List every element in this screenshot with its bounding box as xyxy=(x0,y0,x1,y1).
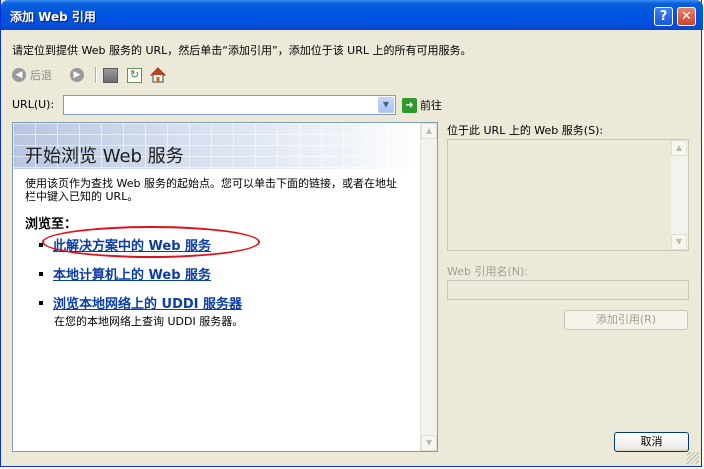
forward-arrow-icon: ▶ xyxy=(70,68,84,82)
page-banner: 开始浏览 Web 服务 xyxy=(13,123,421,169)
forward-button[interactable]: ▶ xyxy=(70,66,84,84)
url-label: URL(U): xyxy=(12,98,55,111)
resize-grip[interactable] xyxy=(687,452,699,464)
cancel-button[interactable]: 取消 xyxy=(614,432,689,452)
add-reference-button[interactable]: 添加引用(R) xyxy=(564,310,688,330)
bullet-icon xyxy=(39,242,43,247)
scroll-down-button[interactable]: ▼ xyxy=(421,435,437,451)
chevron-down-icon: ▼ xyxy=(425,438,433,447)
window-title: 添加 Web 引用 xyxy=(10,10,96,24)
services-label: 位于此 URL 上的 Web 服务(S): xyxy=(447,124,604,137)
link-solution-web-services[interactable]: 此解决方案中的 Web 服务 xyxy=(53,235,211,254)
url-dropdown-button[interactable]: ▼ xyxy=(378,97,394,113)
chevron-up-icon: ▲ xyxy=(675,143,683,152)
browser-pane[interactable]: 开始浏览 Web 服务 使用该页作为查找 Web 服务的起始点。您可以单击下面的… xyxy=(12,122,438,452)
stop-icon xyxy=(103,67,118,83)
list-item: 浏览本地网络上的 UDDI 服务器 xyxy=(39,293,242,312)
list-item: 本地计算机上的 Web 服务 xyxy=(39,264,211,283)
browser-toolbar: ◀ 后退 ▶ ↻ xyxy=(12,66,412,86)
back-button[interactable]: ◀ 后退 xyxy=(12,66,52,84)
link-browse-uddi-servers[interactable]: 浏览本地网络上的 UDDI 服务器 xyxy=(53,293,242,312)
chevron-up-icon: ▲ xyxy=(425,126,433,135)
bullet-icon xyxy=(39,271,43,276)
add-web-reference-dialog: 添加 Web 引用 ? ✕ 请定位到提供 Web 服务的 URL，然后单击“添加… xyxy=(0,0,703,467)
browse-to-label: 浏览至： xyxy=(25,217,78,232)
services-scrollbar[interactable]: ▲ ▼ xyxy=(671,140,688,250)
chevron-down-icon: ▼ xyxy=(675,237,683,246)
url-input[interactable] xyxy=(66,97,378,113)
toolbar-separator xyxy=(95,67,97,83)
scroll-up-button[interactable]: ▲ xyxy=(421,123,437,139)
help-icon: ? xyxy=(659,9,668,24)
back-label: 后退 xyxy=(30,69,52,82)
refresh-button[interactable]: ↻ xyxy=(127,66,142,84)
stop-button[interactable] xyxy=(103,66,118,84)
close-button[interactable]: ✕ xyxy=(677,7,696,26)
close-icon: ✕ xyxy=(681,9,692,24)
intro-text: 使用该页作为查找 Web 服务的起始点。您可以单击下面的链接，或者在地址栏中键入… xyxy=(25,177,397,203)
help-button[interactable]: ? xyxy=(654,7,673,26)
go-arrow-icon: ➜ xyxy=(402,97,417,113)
uddi-description: 在您的本地网络上查询 UDDI 服务器。 xyxy=(54,315,244,328)
reference-name-input[interactable] xyxy=(447,280,689,300)
browser-scrollbar[interactable]: ▲ ▼ xyxy=(420,123,437,451)
list-item: 此解决方案中的 Web 服务 xyxy=(39,235,211,254)
title-bar[interactable]: 添加 Web 引用 ? ✕ xyxy=(1,0,703,30)
scroll-down-button[interactable]: ▼ xyxy=(671,234,687,250)
chevron-down-icon: ▼ xyxy=(382,100,390,109)
reference-name-label: Web 引用名(N): xyxy=(447,265,528,278)
url-combobox[interactable]: ▼ xyxy=(63,95,396,115)
home-button[interactable] xyxy=(150,66,166,84)
home-icon xyxy=(150,67,166,83)
scroll-up-button[interactable]: ▲ xyxy=(671,140,687,156)
services-list[interactable]: ▲ ▼ xyxy=(447,139,689,251)
instruction-text: 请定位到提供 Web 服务的 URL，然后单击“添加引用”，添加位于该 URL … xyxy=(12,44,472,57)
go-button[interactable]: ➜ 前往 xyxy=(402,97,442,113)
go-label: 前往 xyxy=(420,99,442,112)
refresh-icon: ↻ xyxy=(127,67,142,83)
page-title: 开始浏览 Web 服务 xyxy=(25,146,184,167)
link-local-machine-web-services[interactable]: 本地计算机上的 Web 服务 xyxy=(53,264,211,283)
bullet-icon xyxy=(39,300,43,305)
back-arrow-icon: ◀ xyxy=(12,68,26,82)
